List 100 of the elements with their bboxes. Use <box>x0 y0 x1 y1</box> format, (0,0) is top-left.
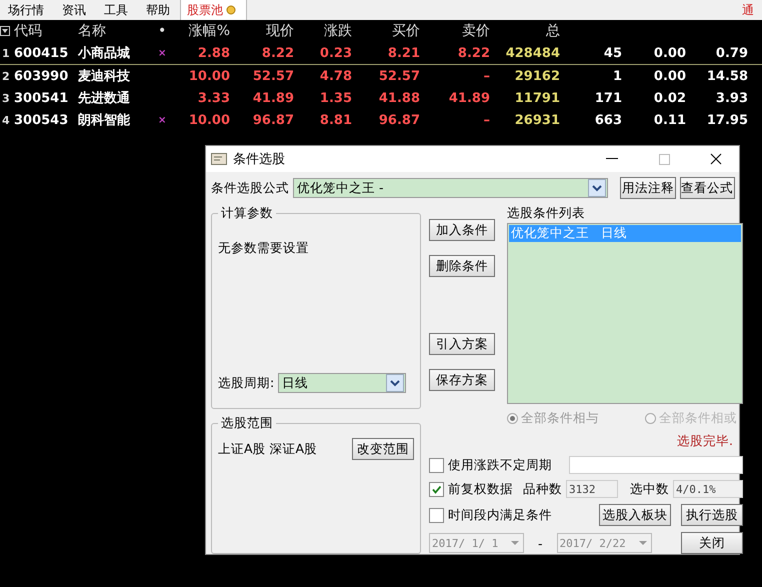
radio-icon <box>645 413 656 424</box>
action-button[interactable]: 引入方案 <box>429 333 495 355</box>
column-header[interactable]: 名称 <box>78 22 158 40</box>
column-header[interactable]: 总 <box>490 22 560 40</box>
picked-field: 4/0.1% <box>673 480 743 498</box>
column-header[interactable]: 卖价 <box>420 22 490 40</box>
menu-item[interactable]: 工具 <box>96 0 138 20</box>
input-field[interactable] <box>569 456 743 474</box>
table-cell-text: 8.21 <box>386 46 420 60</box>
table-cell-text: 300541 <box>14 90 70 106</box>
table-cell-text: 4.78 <box>318 68 352 84</box>
action-button[interactable]: 删除条件 <box>429 255 495 277</box>
run-button[interactable]: 执行选股 <box>681 504 743 526</box>
usage-notes-button[interactable]: 用法注释 <box>620 177 676 199</box>
checkbox[interactable] <box>429 482 444 496</box>
table-cell-text: 17.95 <box>706 112 748 128</box>
column-header[interactable]: • <box>158 23 172 39</box>
period-label: 选股周期: <box>218 374 274 392</box>
date-separator: - <box>538 536 543 550</box>
maximize-icon <box>658 154 670 164</box>
table-cell-text: 2.88 <box>196 46 230 60</box>
window-icon <box>211 153 227 165</box>
table-cell-text: 8.22 <box>260 46 294 60</box>
group-title: 计算参数 <box>220 205 274 222</box>
table-cell-text: 26931 <box>514 112 560 128</box>
option-label: 使用涨跌不定周期 <box>448 456 552 474</box>
table-cell-text: 45 <box>602 46 622 60</box>
table-cell-text: 1 <box>612 68 622 84</box>
formula-label: 条件选股公式 <box>211 180 289 196</box>
condition-list-title: 选股条件列表 <box>507 205 586 222</box>
table-cell-text: 11791 <box>514 90 560 106</box>
table-cell-text: 603990 <box>14 68 70 84</box>
table-cell-text: 300543 <box>14 112 70 128</box>
close-icon <box>710 153 722 165</box>
row-number: 2 <box>1 70 11 82</box>
table-cell-text: 52.57 <box>252 68 294 84</box>
table-cell-text: 0.79 <box>714 46 748 60</box>
row-number: 3 <box>1 92 11 104</box>
table-cell-text: 小商品城 <box>78 44 131 62</box>
table-cell-text: 41.89 <box>252 90 294 106</box>
add-to-board-button[interactable]: 选股入板块 <box>599 504 671 526</box>
action-button[interactable]: 保存方案 <box>429 369 495 391</box>
table-cell-text: 96.87 <box>252 112 294 128</box>
close-dialog-button[interactable]: 关闭 <box>681 532 743 554</box>
table-cell-text: 1.35 <box>318 90 352 106</box>
mark-symbol: × <box>158 48 168 58</box>
table-cell-text: 先进数通 <box>78 90 131 107</box>
table-cell-text: 8.81 <box>318 112 352 128</box>
status-text: 选股完毕. <box>677 433 733 450</box>
action-button[interactable]: 加入条件 <box>429 219 495 241</box>
mark-symbol: × <box>158 114 168 126</box>
table-cell-text: 14.58 <box>706 68 748 84</box>
table-cell-text: 0.23 <box>318 46 352 60</box>
view-formula-button[interactable]: 查看公式 <box>680 177 735 199</box>
table-cell-text: – <box>482 112 490 128</box>
minimize-icon <box>606 158 618 160</box>
count-field: 3132 <box>566 480 618 498</box>
column-header[interactable]: 现价 <box>230 22 294 40</box>
column-header[interactable]: 涨幅% <box>172 22 230 40</box>
scope-text: 上证A股 深证A股 <box>218 440 318 458</box>
table-cell-text: 3.93 <box>714 90 748 106</box>
window-title: 条件选股 <box>233 151 285 168</box>
row-number: 1 <box>1 46 11 60</box>
table-cell-text: 171 <box>594 90 622 106</box>
table-cell-text: 0.00 <box>652 68 686 84</box>
group-title: 选股范围 <box>220 415 274 432</box>
table-cell-text: 41.89 <box>448 90 490 106</box>
menu-item[interactable]: 资讯 <box>54 0 96 20</box>
menu-item[interactable]: 场行情 <box>0 0 54 20</box>
menu-item[interactable]: 通 <box>742 2 754 18</box>
row-number: 4 <box>1 114 11 126</box>
table-cell-text: 10.00 <box>188 112 230 128</box>
stock-pool-tab[interactable]: 股票池 <box>180 0 247 20</box>
parameters-text: 无参数需要设置 <box>218 240 310 257</box>
column-header[interactable]: 涨跌 <box>294 22 352 40</box>
period-dropdown[interactable]: 日线 <box>278 373 406 393</box>
count-label: 品种数 <box>523 480 562 498</box>
table-cell-text: 10.00 <box>188 68 230 84</box>
table-cell-text: 41.88 <box>378 90 420 106</box>
table-cell-text: – <box>482 68 490 84</box>
table-cell-text: 29162 <box>514 68 560 84</box>
picked-label: 选中数 <box>630 480 669 498</box>
column-header[interactable]: 代码 <box>14 22 78 40</box>
table-cell-text: 600415 <box>14 46 70 60</box>
table-cell-text: 8.22 <box>456 46 490 60</box>
checkbox[interactable] <box>429 458 444 472</box>
coin-icon <box>226 5 236 15</box>
option-label: 前复权数据 <box>448 480 513 498</box>
change-scope-button[interactable]: 改变范围 <box>352 438 414 460</box>
table-cell-text: 麦迪科技 <box>78 68 131 85</box>
column-header[interactable]: 买价 <box>352 22 420 40</box>
menu-item[interactable]: 帮助 <box>138 0 180 20</box>
option-label: 时间段内满足条件 <box>448 506 552 524</box>
table-cell-text: 3.33 <box>196 90 230 106</box>
checkbox-icon[interactable] <box>0 26 10 36</box>
table-cell-text: 428484 <box>504 46 560 60</box>
table-cell-text: 0.02 <box>652 90 686 106</box>
checkbox[interactable] <box>429 508 444 522</box>
formula-dropdown[interactable]: 优化笼中之王 - <box>293 178 608 198</box>
radio-icon <box>507 413 518 424</box>
